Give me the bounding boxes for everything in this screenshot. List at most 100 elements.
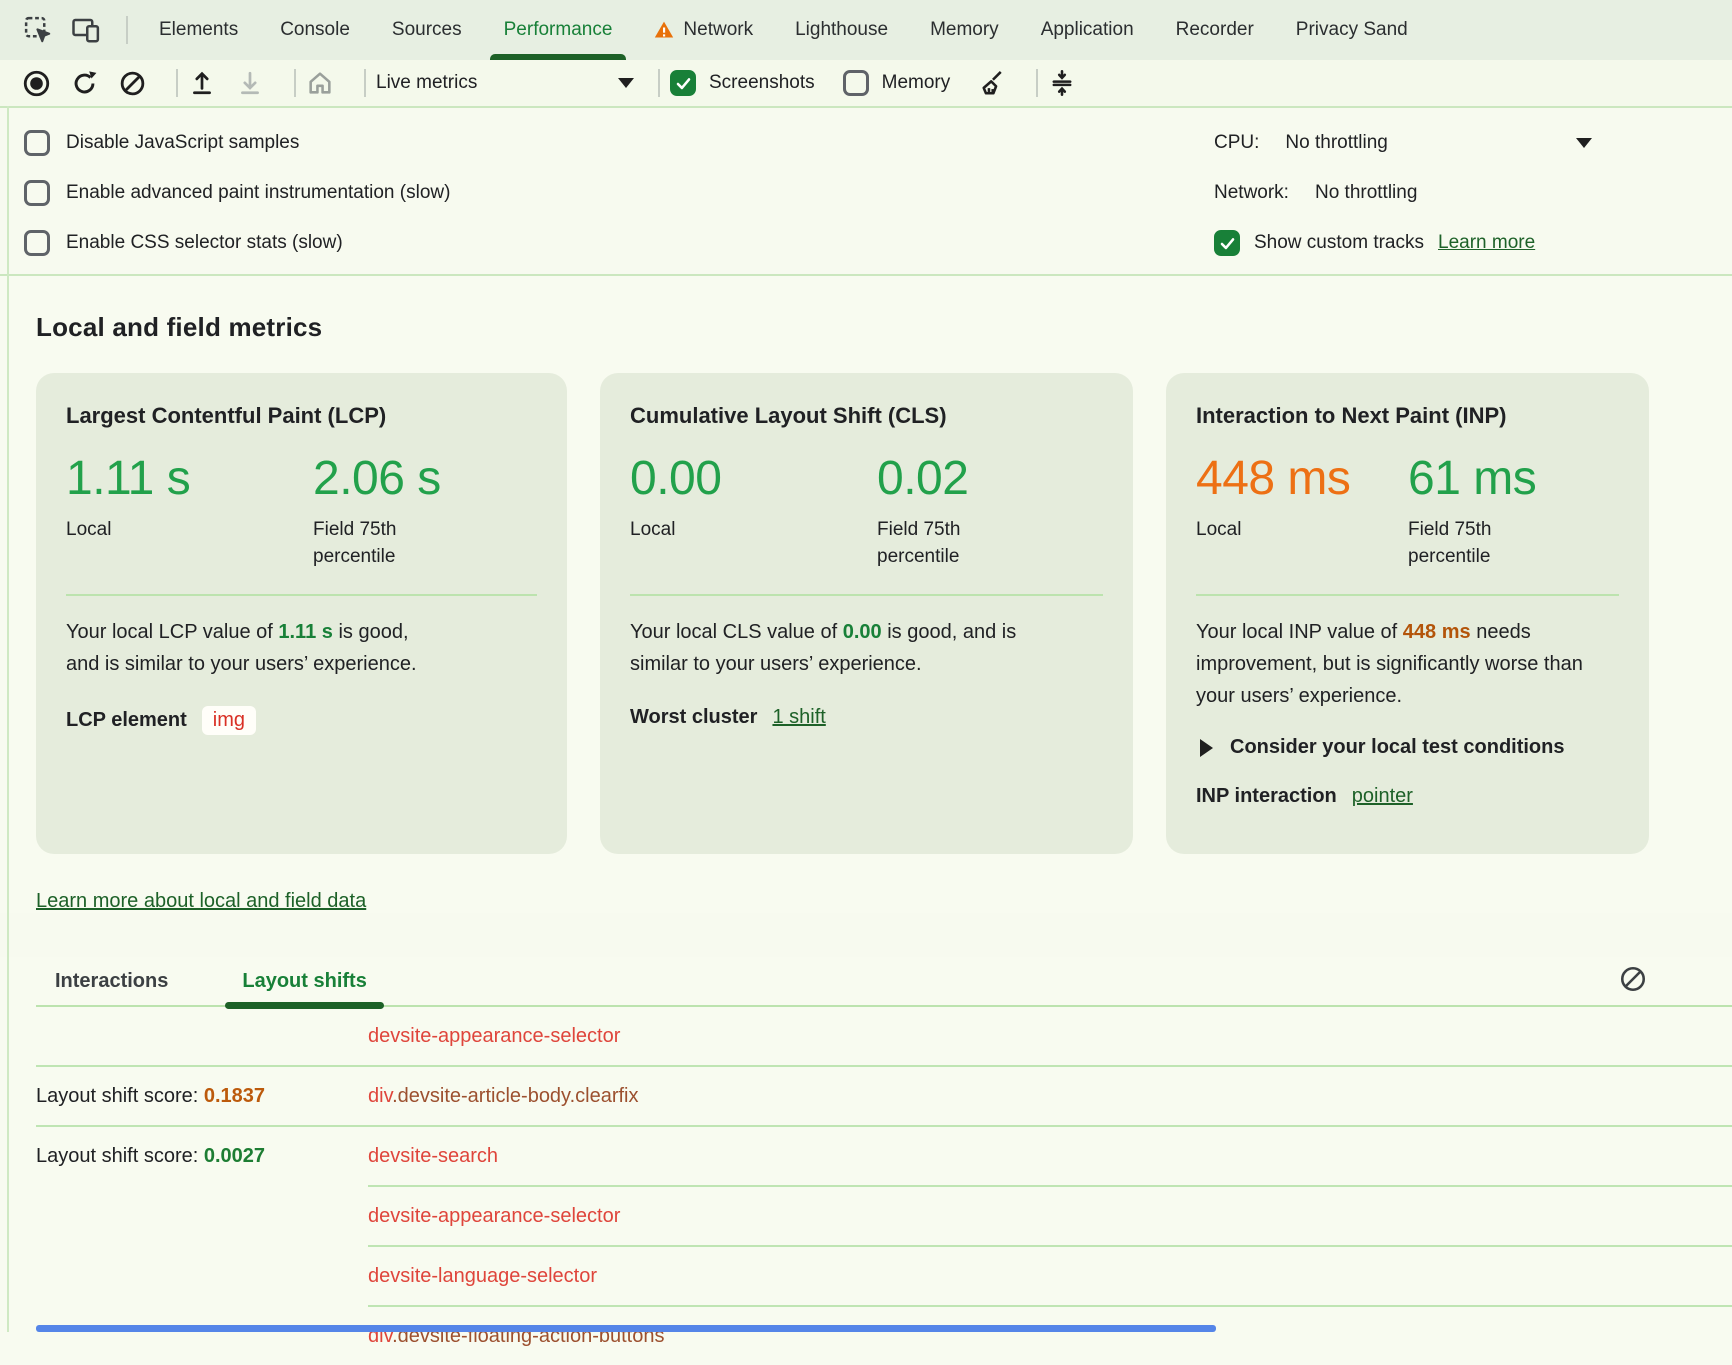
chevron-down-icon: [618, 78, 634, 88]
save-profile-icon[interactable]: [236, 66, 264, 100]
tab-sources[interactable]: Sources: [371, 0, 483, 60]
cls-local-value: 0.00: [630, 451, 877, 506]
lcp-card: Largest Contentful Paint (LCP) 1.11 s Lo…: [36, 373, 567, 854]
table-row[interactable]: devsite-appearance-selector: [0, 1187, 1732, 1245]
warning-icon: [654, 20, 674, 40]
tab-privacy-sandbox[interactable]: Privacy Sand: [1275, 0, 1429, 60]
divider: [364, 69, 366, 97]
selection-highlight-bar: [36, 1325, 1216, 1332]
tab-performance[interactable]: Performance: [483, 0, 634, 60]
metric-cards: Largest Contentful Paint (LCP) 1.11 s Lo…: [36, 373, 1732, 854]
inp-field-value: 61 ms: [1408, 451, 1536, 506]
lcp-element-chip[interactable]: img: [202, 706, 256, 735]
throttling-settings: CPU: No throttling Network: No throttlin…: [1214, 118, 1732, 268]
capture-settings: Disable JavaScript samples Enable advanc…: [0, 108, 1732, 274]
tab-lighthouse[interactable]: Lighthouse: [774, 0, 909, 60]
devtools-tab-bar: Elements Console Sources Performance Net…: [0, 0, 1732, 60]
shift-element-link[interactable]: devsite-appearance-selector: [368, 1205, 620, 1228]
worst-cluster-label: Worst cluster: [630, 706, 757, 729]
page-title: Local and field metrics: [36, 312, 1732, 343]
local-field-metrics-pane: Local and field metrics Largest Contentf…: [0, 274, 1732, 913]
learn-more-field-data-link[interactable]: Learn more about local and field data: [36, 890, 366, 913]
lcp-card-title: Largest Contentful Paint (LCP): [66, 403, 537, 429]
clear-log-icon[interactable]: [1619, 965, 1647, 993]
screenshots-checkbox[interactable]: Screenshots: [670, 70, 815, 96]
cpu-throttling-select[interactable]: CPU: No throttling: [1214, 118, 1592, 168]
network-throttling-select[interactable]: Network: No throttling: [1214, 168, 1732, 218]
local-label: Local: [66, 516, 191, 570]
learn-more-link[interactable]: Learn more: [1438, 232, 1535, 254]
divider: [294, 69, 296, 97]
tab-console[interactable]: Console: [259, 0, 371, 60]
checkbox-unchecked-icon: [24, 230, 50, 256]
table-row[interactable]: Layout shift score: 0.1837 div.devsite-a…: [0, 1067, 1732, 1125]
inp-interaction-label: INP interaction: [1196, 785, 1337, 808]
local-label: Local: [1196, 516, 1321, 570]
table-row[interactable]: devsite-language-selector: [0, 1247, 1732, 1305]
logs-panel: Interactions Layout shifts devsite-appea…: [0, 957, 1732, 1365]
divider: [658, 69, 660, 97]
divider: [1196, 594, 1619, 596]
logs-tabs: Interactions Layout shifts: [36, 957, 1732, 1007]
tab-layout-shifts[interactable]: Layout shifts: [225, 957, 383, 1005]
checkbox-unchecked-icon: [843, 70, 869, 96]
shift-element-link[interactable]: devsite-search: [368, 1145, 498, 1168]
device-toolbar-icon[interactable]: [68, 10, 104, 50]
checkbox-checked-icon: [1214, 230, 1240, 256]
field-label: Field 75th percentile: [877, 516, 1002, 570]
triangle-right-icon: [1200, 739, 1213, 757]
lcp-description: Your local LCP value of 1.11 s is good, …: [66, 616, 434, 680]
worst-cluster-link[interactable]: 1 shift: [772, 706, 825, 729]
divider: [126, 16, 128, 44]
lcp-field-value: 2.06 s: [313, 451, 441, 506]
divider: [630, 594, 1103, 596]
panel-mode-select[interactable]: Live metrics: [376, 72, 634, 94]
pane-left-border: [7, 106, 9, 1332]
show-custom-tracks-checkbox[interactable]: Show custom tracks Learn more: [1214, 218, 1732, 268]
tab-network[interactable]: Network: [633, 0, 774, 60]
inp-card-title: Interaction to Next Paint (INP): [1196, 403, 1619, 429]
performance-toolbar: Live metrics Screenshots Memory: [0, 60, 1732, 108]
shift-element-link[interactable]: devsite-language-selector: [368, 1265, 597, 1288]
cls-card-title: Cumulative Layout Shift (CLS): [630, 403, 1103, 429]
field-label: Field 75th percentile: [313, 516, 438, 570]
cls-card: Cumulative Layout Shift (CLS) 0.00 Local…: [600, 373, 1133, 854]
cls-description: Your local CLS value of 0.00 is good, an…: [630, 616, 1032, 680]
layout-shift-score: Layout shift score: 0.1837: [36, 1085, 368, 1108]
layout-shift-score: Layout shift score: 0.0027: [36, 1145, 368, 1168]
local-label: Local: [630, 516, 755, 570]
shift-element-link[interactable]: devsite-appearance-selector: [368, 1025, 620, 1048]
inp-interaction-link[interactable]: pointer: [1352, 785, 1413, 808]
divider: [66, 594, 537, 596]
load-profile-icon[interactable]: [188, 66, 216, 100]
cls-field-value: 0.02: [877, 451, 1002, 506]
tab-recorder[interactable]: Recorder: [1155, 0, 1275, 60]
table-row[interactable]: div.devsite-floating-action-buttons: [0, 1307, 1732, 1365]
local-test-conditions-disclosure[interactable]: Consider your local test conditions: [1196, 736, 1619, 759]
lcp-element-label: LCP element: [66, 709, 187, 732]
record-icon[interactable]: [22, 66, 50, 100]
shift-element-link[interactable]: div.devsite-article-body.clearfix: [368, 1085, 638, 1108]
collapse-icon[interactable]: [1048, 66, 1076, 100]
lcp-local-value: 1.11 s: [66, 451, 313, 506]
inp-card: Interaction to Next Paint (INP) 448 ms L…: [1166, 373, 1649, 854]
table-row[interactable]: Layout shift score: 0.0027 devsite-searc…: [0, 1127, 1732, 1185]
reload-record-icon[interactable]: [70, 66, 98, 100]
clear-icon[interactable]: [118, 66, 146, 100]
gc-broom-icon[interactable]: [978, 66, 1006, 100]
divider: [1036, 69, 1038, 97]
tab-application[interactable]: Application: [1020, 0, 1155, 60]
checkbox-unchecked-icon: [24, 180, 50, 206]
tab-interactions[interactable]: Interactions: [38, 957, 185, 1005]
inspect-element-icon[interactable]: [20, 10, 56, 50]
checkbox-unchecked-icon: [24, 130, 50, 156]
memory-checkbox[interactable]: Memory: [843, 70, 951, 96]
inp-local-value: 448 ms: [1196, 451, 1408, 506]
checkbox-checked-icon: [670, 70, 696, 96]
divider: [176, 69, 178, 97]
tab-elements[interactable]: Elements: [138, 0, 259, 60]
tab-memory[interactable]: Memory: [909, 0, 1020, 60]
home-icon[interactable]: [306, 66, 334, 100]
table-row[interactable]: devsite-appearance-selector: [0, 1007, 1732, 1065]
field-label: Field 75th percentile: [1408, 516, 1533, 570]
